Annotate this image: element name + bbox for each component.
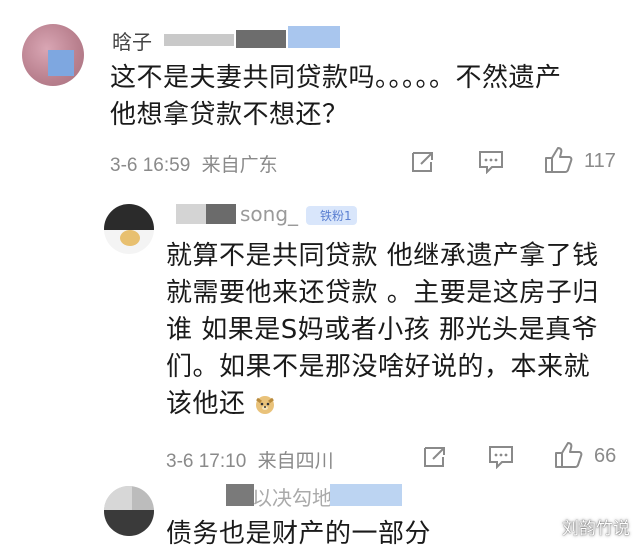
- username: song_: [240, 202, 299, 226]
- timestamp: 3-6 17:10: [166, 451, 247, 472]
- username: 晗子: [112, 30, 152, 54]
- avatar[interactable]: [22, 24, 84, 86]
- username: 以决勾地: [252, 486, 332, 510]
- avatar[interactable]: [104, 204, 154, 254]
- comment-meta: 3-6 17:10 来自四川: [166, 446, 334, 473]
- username-blurred[interactable]: 晗子: [108, 26, 340, 54]
- doge-emoji-icon: [254, 389, 276, 414]
- share-icon[interactable]: [410, 150, 436, 174]
- comment-icon[interactable]: [478, 150, 504, 174]
- comment-line: 谁 如果是S妈或者小孩 那光头是真爷: [166, 315, 599, 345]
- comment-line: 们。如果不是那没啥好说的，本来就: [166, 352, 591, 382]
- thumbs-up-icon[interactable]: [544, 146, 574, 174]
- like-count: 117: [584, 150, 616, 172]
- comment-meta: 3-6 16:59 来自广东: [110, 150, 278, 177]
- comment-1: 晗子 这不是夫妻共同贷款吗。。。。。不然遗产 他想拿贷款不想还？ 3-6 16:…: [0, 0, 640, 190]
- comment-line: 他想拿贷款不想还？: [110, 100, 349, 130]
- comment-3: 以决勾地 债务也是财产的一部分: [0, 480, 640, 553]
- comment-text: 这不是夫妻共同贷款吗。。。。。不然遗产 他想拿贷款不想还？: [110, 60, 630, 134]
- location: 来自广东: [201, 155, 278, 176]
- timestamp: 3-6 16:59: [110, 155, 191, 176]
- like-count: 66: [594, 445, 617, 467]
- comment-line: 就算不是共同贷款 他继承遗产拿了钱: [166, 241, 599, 271]
- comment-icon[interactable]: [488, 445, 514, 469]
- comment-text: 就算不是共同贷款 他继承遗产拿了钱 就需要他来还贷款 。主要是这房子归 谁 如果…: [166, 238, 626, 423]
- fan-badge: 铁粉1: [306, 206, 357, 225]
- comment-2: song_ 铁粉1 就算不是共同贷款 他继承遗产拿了钱 就需要他来还贷款 。主要…: [0, 190, 640, 480]
- comment-text: 债务也是财产的一部分: [166, 516, 626, 553]
- location: 来自四川: [257, 451, 334, 472]
- share-icon[interactable]: [422, 445, 448, 469]
- comment-line: 该他还: [166, 386, 626, 423]
- comment-line-text: 该他还: [166, 389, 246, 419]
- username-blurred[interactable]: 以决勾地: [226, 482, 406, 510]
- comment-line: 就需要他来还贷款 。主要是这房子归: [166, 278, 599, 308]
- thumbs-up-icon[interactable]: [554, 441, 584, 469]
- comment-line: 债务也是财产的一部分: [166, 519, 432, 549]
- avatar[interactable]: [104, 486, 154, 536]
- watermark: 刘韵竹说: [562, 519, 630, 539]
- comment-line: 这不是夫妻共同贷款吗。。。。。不然遗产: [110, 63, 562, 93]
